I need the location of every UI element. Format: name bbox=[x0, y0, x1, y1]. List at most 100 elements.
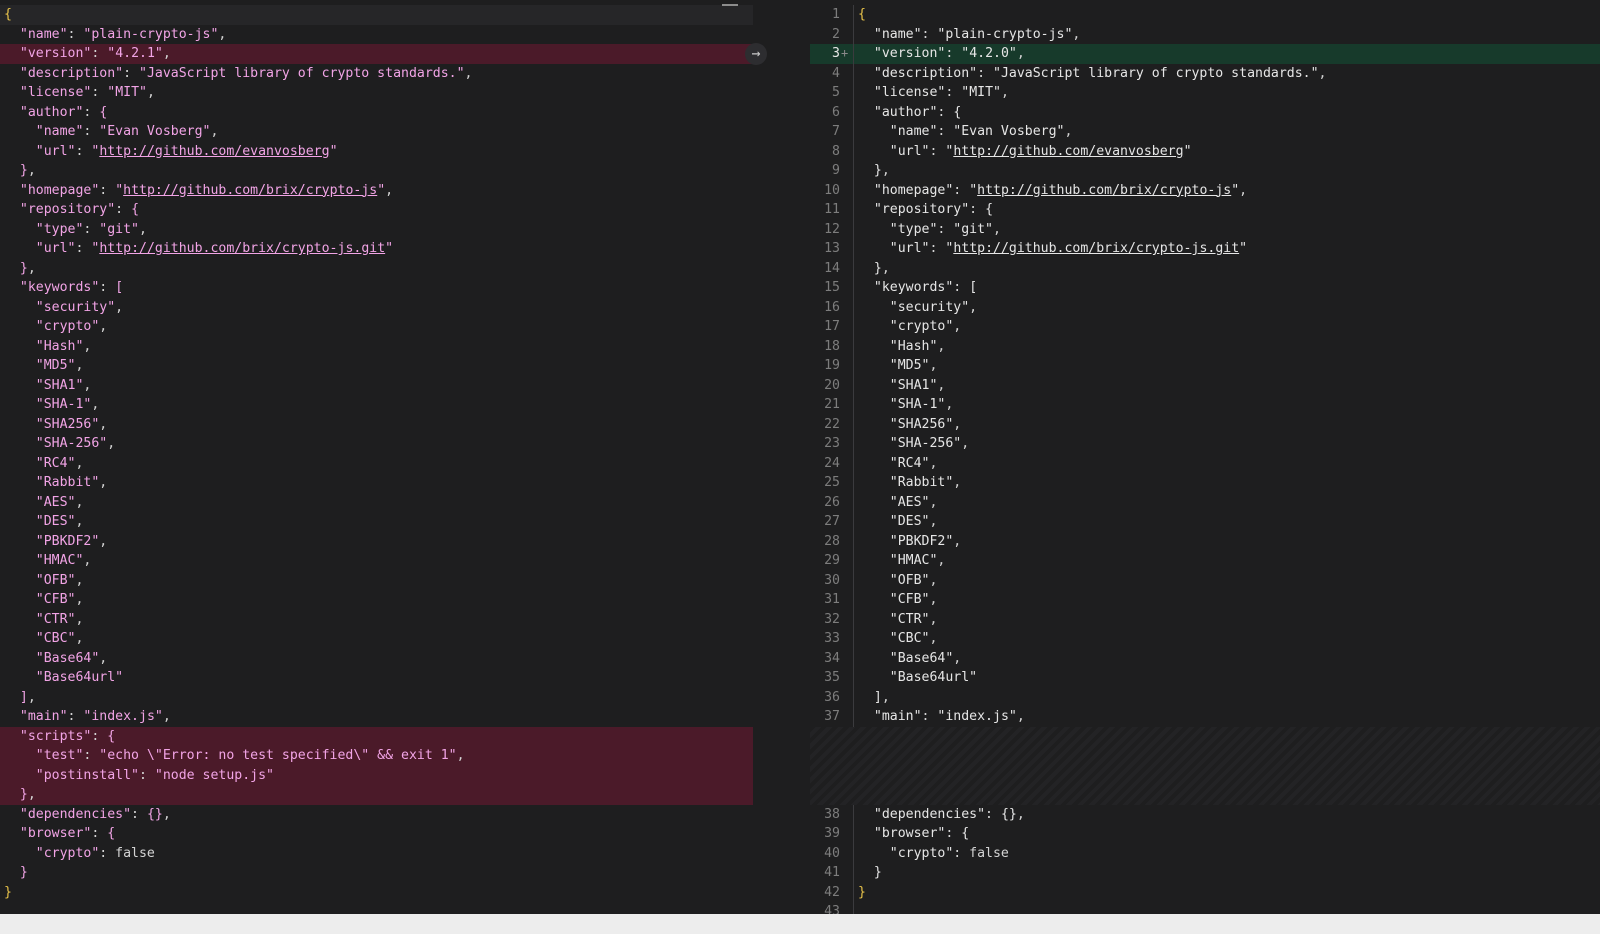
code-line[interactable]: "OFB", bbox=[0, 571, 753, 591]
code-line[interactable]: } bbox=[0, 883, 753, 903]
code-line[interactable]: ], bbox=[0, 688, 753, 708]
code-line[interactable]: "DES", bbox=[0, 512, 753, 532]
code-line[interactable]: 15 "keywords": [ bbox=[810, 278, 1600, 298]
code-line[interactable]: 4 "description": "JavaScript library of … bbox=[810, 63, 1600, 83]
code-line[interactable]: "Base64url" bbox=[0, 668, 753, 688]
code-line[interactable]: 23 "SHA-256", bbox=[810, 434, 1600, 454]
code-line[interactable]: "MD5", bbox=[0, 356, 753, 376]
code-line[interactable]: 31 "CFB", bbox=[810, 590, 1600, 610]
code-line[interactable]: 16 "security", bbox=[810, 297, 1600, 317]
added-line[interactable]: 3 + "version": "4.2.0", bbox=[810, 44, 1600, 64]
code-line[interactable]: 41 } bbox=[810, 863, 1600, 883]
code-line[interactable]: 12 "type": "git", bbox=[810, 219, 1600, 239]
revert-change-button[interactable]: → bbox=[745, 43, 767, 65]
code-line[interactable]: 37 "main": "index.js", bbox=[810, 707, 1600, 727]
code-line[interactable]: "RC4", bbox=[0, 454, 753, 474]
code-line[interactable]: 22 "SHA256", bbox=[810, 414, 1600, 434]
url-link[interactable]: http://github.com/brix/crypto-js.git bbox=[99, 241, 385, 256]
code-line[interactable]: "crypto", bbox=[0, 317, 753, 337]
code-line[interactable]: "license": "MIT", bbox=[0, 83, 753, 103]
url-link[interactable]: http://github.com/brix/crypto-js.git bbox=[953, 241, 1239, 256]
code-line[interactable]: 17 "crypto", bbox=[810, 317, 1600, 337]
code-line[interactable]: 36 ], bbox=[810, 687, 1600, 707]
code-line[interactable]: "Rabbit", bbox=[0, 473, 753, 493]
code-line[interactable]: 32 "CTR", bbox=[810, 609, 1600, 629]
url-link[interactable]: http://github.com/brix/crypto-js bbox=[123, 183, 377, 198]
url-link[interactable]: http://github.com/evanvosberg bbox=[99, 144, 329, 159]
removed-line[interactable]: "version": "4.2.1", bbox=[0, 44, 753, 64]
code-line[interactable]: "AES", bbox=[0, 493, 753, 513]
code-line[interactable]: { bbox=[0, 5, 753, 25]
code-line[interactable]: 5 "license": "MIT", bbox=[810, 83, 1600, 103]
code-line[interactable]: 33 "CBC", bbox=[810, 629, 1600, 649]
code-line[interactable]: 10 "homepage": "http://github.com/brix/c… bbox=[810, 180, 1600, 200]
code-line[interactable]: 38 "dependencies": {}, bbox=[810, 804, 1600, 824]
code-line[interactable]: "repository": { bbox=[0, 200, 753, 220]
code-line[interactable]: "dependencies": {}, bbox=[0, 805, 753, 825]
code-line[interactable]: "Hash", bbox=[0, 337, 753, 357]
code-line[interactable]: 25 "Rabbit", bbox=[810, 473, 1600, 493]
line-code: "CFB", bbox=[858, 590, 1600, 610]
removed-line[interactable]: "scripts": { bbox=[0, 726, 753, 746]
code-line[interactable]: "SHA-1", bbox=[0, 395, 753, 415]
code-line[interactable]: 35 "Base64url" bbox=[810, 668, 1600, 688]
code-line[interactable]: 42} bbox=[810, 882, 1600, 902]
code-line[interactable]: 24 "RC4", bbox=[810, 453, 1600, 473]
url-link[interactable]: http://github.com/evanvosberg bbox=[953, 144, 1183, 159]
code-line[interactable]: "homepage": "http://github.com/brix/cryp… bbox=[0, 181, 753, 201]
code-line[interactable]: 27 "DES", bbox=[810, 512, 1600, 532]
removed-line[interactable]: }, bbox=[0, 785, 753, 805]
code-line[interactable]: "url": "http://github.com/brix/crypto-js… bbox=[0, 239, 753, 259]
code-line[interactable]: 28 "PBKDF2", bbox=[810, 531, 1600, 551]
code-line[interactable]: 1{ bbox=[810, 5, 1600, 25]
code-line[interactable]: "CTR", bbox=[0, 610, 753, 630]
code-line[interactable]: 11 "repository": { bbox=[810, 200, 1600, 220]
code-line[interactable]: 6 "author": { bbox=[810, 102, 1600, 122]
code-line[interactable]: 34 "Base64", bbox=[810, 648, 1600, 668]
code-line[interactable]: 20 "SHA1", bbox=[810, 375, 1600, 395]
code-line[interactable]: "keywords": [ bbox=[0, 278, 753, 298]
code-line[interactable]: 9 }, bbox=[810, 161, 1600, 181]
code-line[interactable]: "name": "Evan Vosberg", bbox=[0, 122, 753, 142]
code-line[interactable]: "author": { bbox=[0, 103, 753, 123]
code-line[interactable]: 13 "url": "http://github.com/brix/crypto… bbox=[810, 239, 1600, 259]
code-line[interactable]: "CBC", bbox=[0, 629, 753, 649]
code-line[interactable]: 19 "MD5", bbox=[810, 356, 1600, 376]
code-line[interactable]: 2 "name": "plain-crypto-js", bbox=[810, 24, 1600, 44]
line-code: "name": "Evan Vosberg", bbox=[0, 124, 219, 139]
code-line[interactable]: } bbox=[0, 863, 753, 883]
code-line[interactable]: "HMAC", bbox=[0, 551, 753, 571]
modified-editor-pane[interactable]: 1{2 "name": "plain-crypto-js", 3 + "versio… bbox=[810, 5, 1600, 922]
code-line[interactable]: "SHA1", bbox=[0, 376, 753, 396]
line-number: 6 bbox=[832, 104, 840, 120]
code-line[interactable]: 39 "browser": { bbox=[810, 824, 1600, 844]
code-line[interactable]: 26 "AES", bbox=[810, 492, 1600, 512]
code-line[interactable]: "security", bbox=[0, 298, 753, 318]
code-line[interactable]: 30 "OFB", bbox=[810, 570, 1600, 590]
code-line[interactable]: }, bbox=[0, 161, 753, 181]
removed-line[interactable]: "test": "echo \"Error: no test specified… bbox=[0, 746, 753, 766]
code-line[interactable]: "main": "index.js", bbox=[0, 707, 753, 727]
code-line[interactable]: 7 "name": "Evan Vosberg", bbox=[810, 122, 1600, 142]
removed-line[interactable]: "postinstall": "node setup.js" bbox=[0, 765, 753, 785]
code-line[interactable]: 18 "Hash", bbox=[810, 336, 1600, 356]
code-line[interactable]: "CFB", bbox=[0, 590, 753, 610]
code-line[interactable]: "url": "http://github.com/evanvosberg" bbox=[0, 142, 753, 162]
code-line[interactable]: "browser": { bbox=[0, 824, 753, 844]
code-line[interactable]: "description": "JavaScript library of cr… bbox=[0, 64, 753, 84]
original-editor-pane[interactable]: { "name": "plain-crypto-js", "version": … bbox=[0, 5, 753, 902]
code-line[interactable]: "PBKDF2", bbox=[0, 532, 753, 552]
code-line[interactable]: }, bbox=[0, 259, 753, 279]
code-line[interactable]: 14 }, bbox=[810, 258, 1600, 278]
code-line[interactable]: 29 "HMAC", bbox=[810, 551, 1600, 571]
code-line[interactable]: 40 "crypto": false bbox=[810, 843, 1600, 863]
code-line[interactable]: "type": "git", bbox=[0, 220, 753, 240]
url-link[interactable]: http://github.com/brix/crypto-js bbox=[977, 183, 1231, 198]
code-line[interactable]: 21 "SHA-1", bbox=[810, 395, 1600, 415]
code-line[interactable]: "Base64", bbox=[0, 649, 753, 669]
code-line[interactable]: "crypto": false bbox=[0, 844, 753, 864]
code-line[interactable]: 8 "url": "http://github.com/evanvosberg" bbox=[810, 141, 1600, 161]
code-line[interactable]: "SHA-256", bbox=[0, 434, 753, 454]
code-line[interactable]: "name": "plain-crypto-js", bbox=[0, 25, 753, 45]
code-line[interactable]: "SHA256", bbox=[0, 415, 753, 435]
